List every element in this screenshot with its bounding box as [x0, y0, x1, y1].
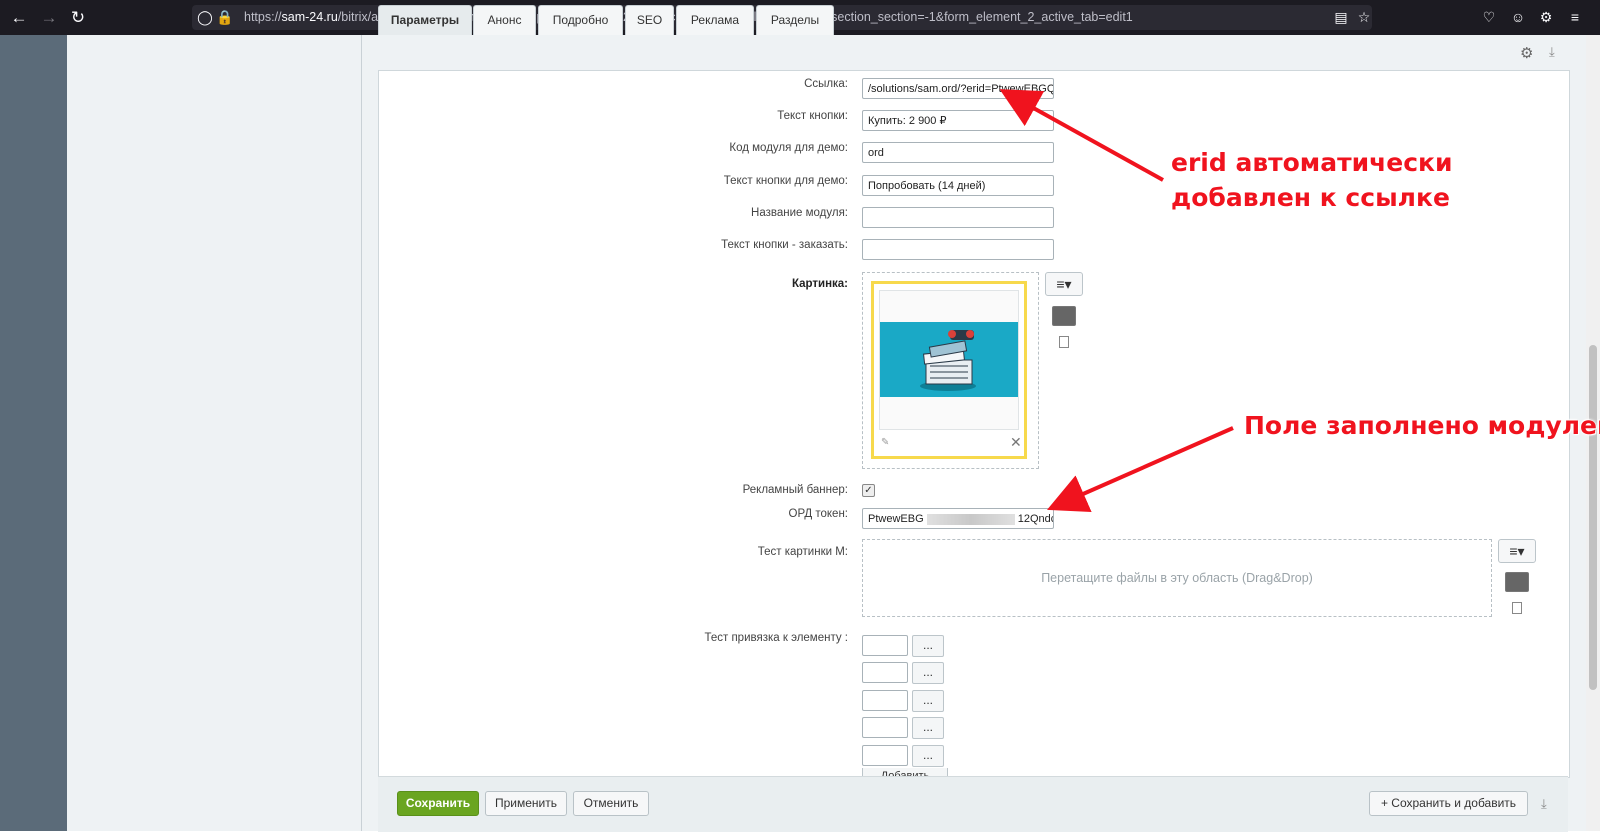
annotation-erid-line1: erid автоматически [1171, 148, 1453, 177]
annotation-field-filled: Поле заполнено модулем [1244, 411, 1600, 440]
arrow-to-link [999, 89, 1164, 182]
arrow-to-token [1047, 426, 1234, 513]
annotation-erid-line2: добавлен к ссылке [1171, 183, 1450, 212]
